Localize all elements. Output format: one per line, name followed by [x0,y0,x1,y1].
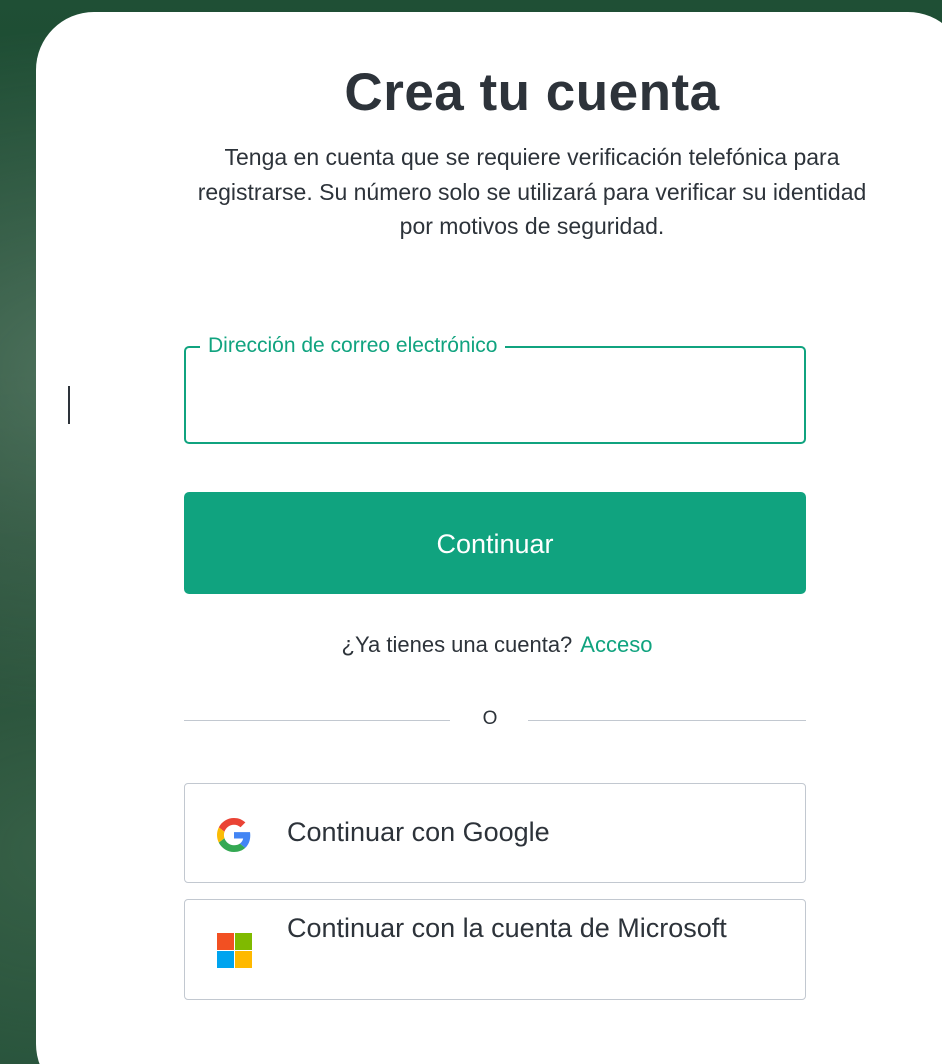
divider-line-right [528,720,806,721]
divider-text: O [482,708,498,729]
email-input[interactable] [202,374,786,420]
text-cursor [68,386,70,424]
continue-button[interactable]: Continuar [184,492,806,594]
login-prompt-text: ¿Ya tienes una cuenta? [341,632,573,657]
google-logo-icon [217,818,251,852]
email-field[interactable]: Dirección de correo electrónico [184,332,806,444]
page-title: Crea tu cuenta [344,63,720,122]
microsoft-logo-icon [217,933,252,968]
divider-line-left [184,720,450,721]
login-link[interactable]: Acceso [580,632,652,657]
verification-notice: Tenga en cuenta que se requiere verifica… [197,144,867,239]
email-field-label: Dirección de correo electrónico [200,332,506,360]
continue-with-google-button[interactable]: Continuar con Google [184,783,806,883]
login-prompt-row: ¿Ya tienes una cuenta? Acceso [36,632,942,658]
google-button-label: Continuar con Google [287,817,550,847]
continue-with-microsoft-button[interactable]: Continuar con la cuenta de Microsoft [184,899,806,1000]
signup-card: Crea tu cuenta Tenga en cuenta que se re… [36,12,942,1064]
microsoft-button-label: Continuar con la cuenta de Microsoft [287,913,727,943]
